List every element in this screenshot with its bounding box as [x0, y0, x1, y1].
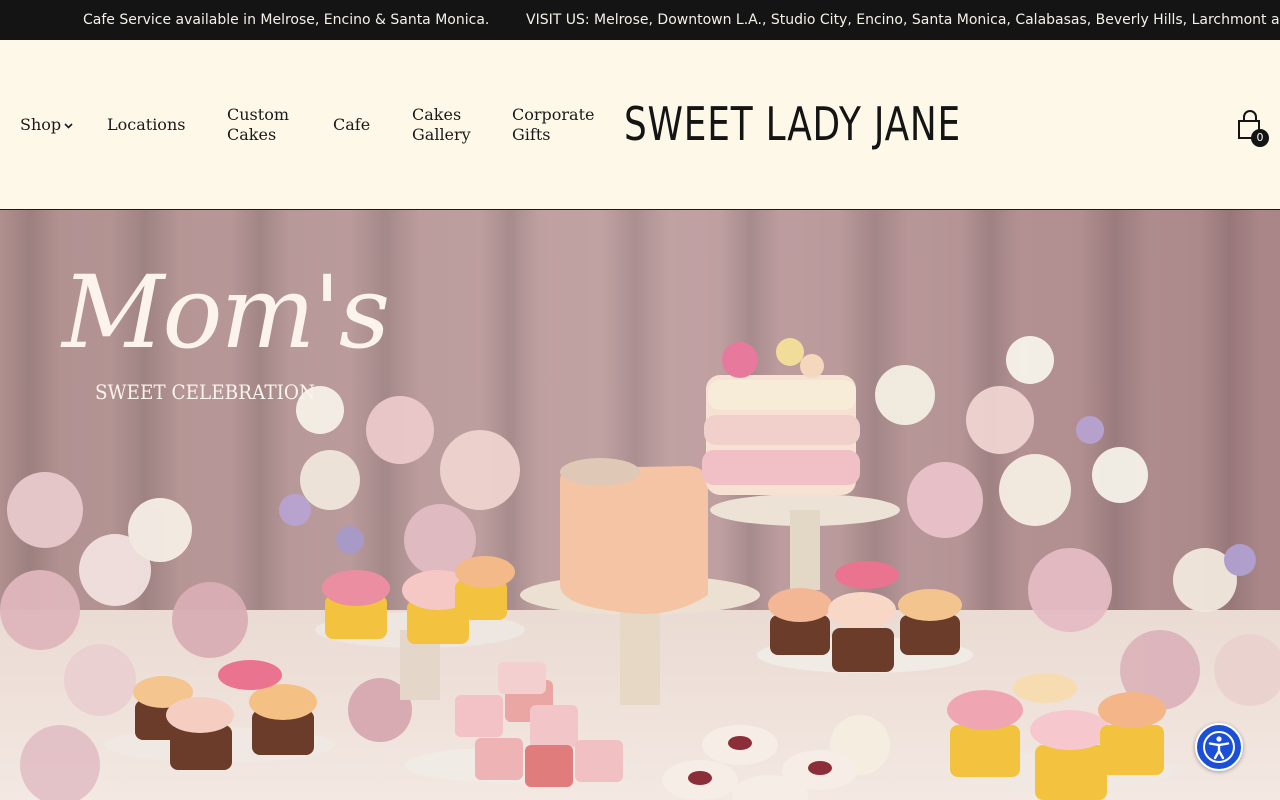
brand-logo[interactable]: SWEET LADY JANE	[624, 96, 961, 152]
accessibility-button[interactable]	[1195, 723, 1243, 771]
announcement-locations: VISIT US: Melrose, Downtown L.A., Studio…	[526, 12, 1280, 28]
nav-locations[interactable]: Locations	[107, 115, 185, 135]
nav-cakes-gallery[interactable]: Cakes Gallery	[412, 105, 482, 145]
hero-banner[interactable]: Mom's SWEET CELEBRATION	[0, 210, 1280, 800]
nav-cafe[interactable]: Cafe	[333, 115, 370, 135]
nav-custom-cakes[interactable]: Custom Cakes	[227, 105, 307, 145]
nav-shop[interactable]: Shop	[20, 115, 73, 135]
accessibility-icon	[1203, 731, 1235, 763]
nav-shop-label: Shop	[20, 115, 62, 134]
announcement-cafe-service: Cafe Service available in Melrose, Encin…	[83, 12, 490, 28]
hero-subtitle: SWEET CELEBRATION	[95, 380, 316, 404]
nav-corporate-gifts[interactable]: Corporate Gifts	[512, 105, 602, 145]
cart-button[interactable]: 0	[1236, 110, 1270, 150]
chevron-down-icon	[64, 123, 73, 129]
site-header: Shop Locations Custom Cakes Cafe Cakes G…	[0, 40, 1280, 210]
cart-count-badge: 0	[1251, 129, 1269, 147]
announcement-bar: Cafe Service available in Melrose, Encin…	[0, 0, 1280, 40]
hero-title: Mom's	[62, 254, 390, 371]
